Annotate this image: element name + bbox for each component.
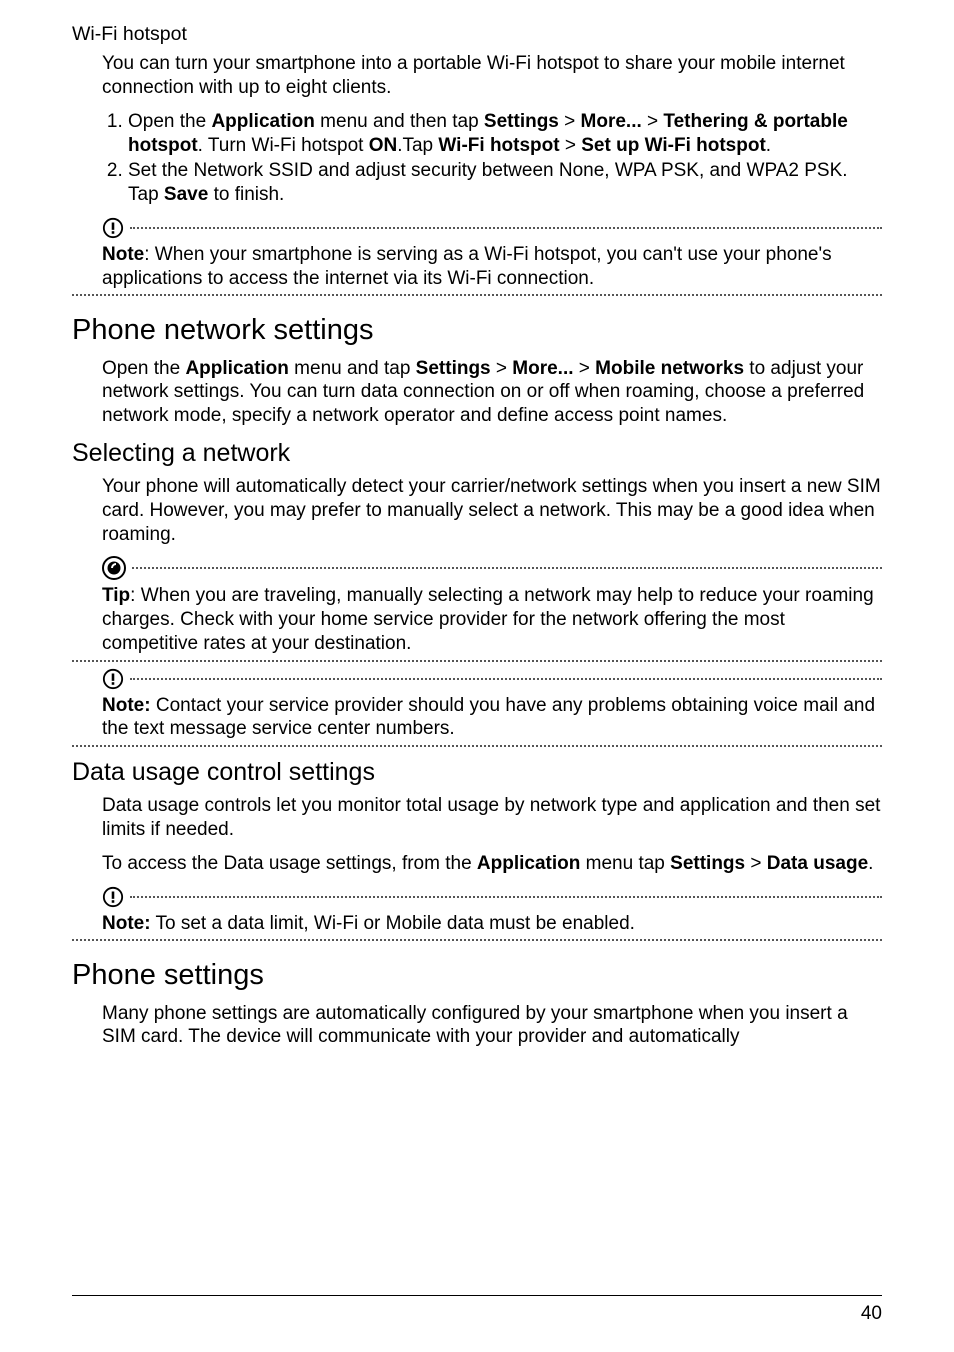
data-usage-note: Note: To set a data limit, Wi-Fi or Mobi… xyxy=(102,886,882,942)
data-usage-heading: Data usage control settings xyxy=(72,757,882,788)
selecting-network-tip: Tip: When you are traveling, manually se… xyxy=(102,556,882,661)
wifi-hotspot-intro: You can turn your smartphone into a port… xyxy=(102,52,882,100)
selecting-network-heading: Selecting a network xyxy=(72,438,882,469)
tip-icon xyxy=(102,556,126,580)
warning-icon xyxy=(102,668,124,690)
warning-icon xyxy=(102,217,124,239)
wifi-hotspot-note: Note: When your smartphone is serving as… xyxy=(102,217,882,297)
note-text: Note: Contact your service provider shou… xyxy=(102,694,882,742)
data-usage-para2: To access the Data usage settings, from … xyxy=(102,852,882,876)
footer-rule xyxy=(72,1295,882,1296)
note-text: Note: To set a data limit, Wi-Fi or Mobi… xyxy=(102,912,882,936)
page-number: 40 xyxy=(72,1302,882,1326)
phone-settings-para: Many phone settings are automatically co… xyxy=(102,1002,882,1050)
wifi-hotspot-heading: Wi-Fi hotspot xyxy=(72,22,882,46)
selecting-network-note: Note: Contact your service provider shou… xyxy=(102,668,882,748)
note-text: Note: When your smartphone is serving as… xyxy=(102,243,882,291)
phone-network-heading: Phone network settings xyxy=(72,312,882,348)
selecting-network-para: Your phone will automatically detect you… xyxy=(102,475,882,546)
data-usage-para1: Data usage controls let you monitor tota… xyxy=(102,794,882,842)
tip-text: Tip: When you are traveling, manually se… xyxy=(102,584,882,655)
warning-icon xyxy=(102,886,124,908)
step-2: Set the Network SSID and adjust security… xyxy=(128,159,882,207)
phone-settings-heading: Phone settings xyxy=(72,957,882,993)
wifi-hotspot-steps: Open the Application menu and then tap S… xyxy=(102,110,882,207)
step-1: Open the Application menu and then tap S… xyxy=(128,110,882,158)
phone-network-para: Open the Application menu and tap Settin… xyxy=(102,357,882,428)
